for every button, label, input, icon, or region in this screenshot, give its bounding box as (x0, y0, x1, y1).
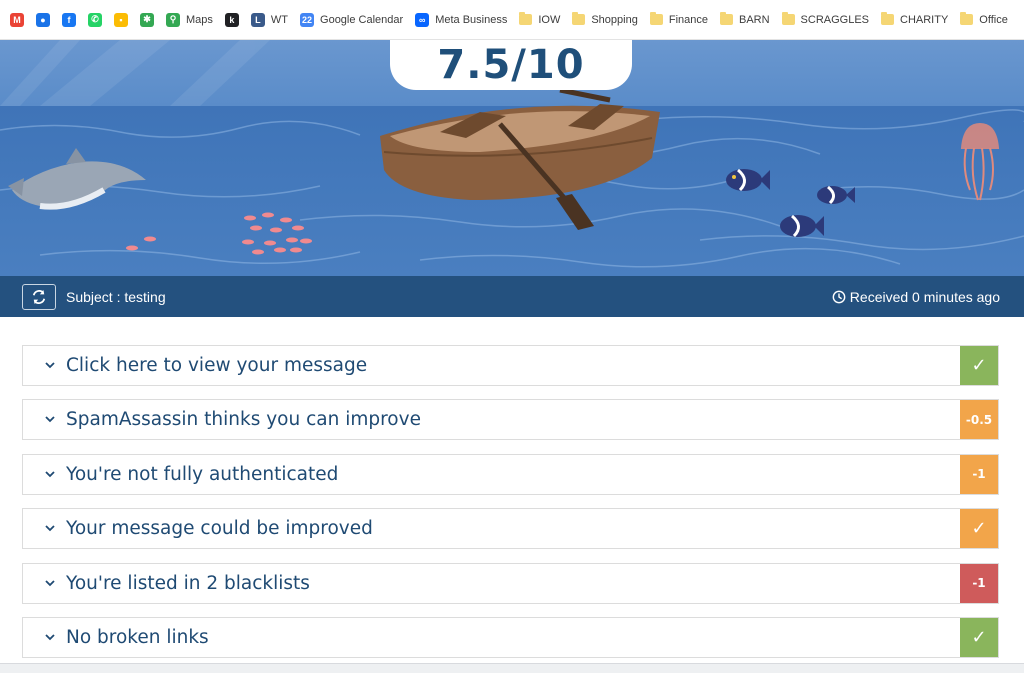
bookmark-label: Finance (668, 13, 708, 26)
bookmark-item[interactable]: ✱ (134, 6, 160, 34)
gmail-icon: M (10, 12, 24, 27)
bookmark-label: Office (979, 13, 1008, 26)
status-score-badge: -1 (960, 454, 998, 494)
bookmark-label: Maps (186, 13, 213, 26)
folder-icon (719, 12, 733, 25)
received-text: Received 0 minutes ago (849, 288, 1000, 305)
folder-icon (881, 12, 895, 25)
meta-icon: ∞ (415, 12, 430, 27)
results-list: Click here to view your message ✓ SpamAssa… (22, 345, 999, 671)
bookmark-label: BARN (738, 13, 770, 26)
result-label: Click here to view your message (66, 355, 368, 376)
status-score-badge: -0.5 (960, 400, 998, 440)
refresh-button[interactable] (22, 283, 56, 310)
chevron-down-icon (45, 361, 55, 371)
keep-icon: ▪ (114, 12, 128, 27)
folder-icon (649, 12, 663, 25)
bookmark-label: SCRAGGLES (800, 13, 870, 26)
status-check-badge: ✓ (960, 346, 998, 385)
bookmark-item[interactable]: SCRAGGLES (776, 6, 875, 34)
score-value: 7.5/10 (437, 42, 585, 88)
bookmark-item[interactable]: k (219, 6, 245, 34)
bookmark-label: IOW (538, 13, 561, 26)
folder-icon (519, 12, 533, 25)
folder-icon (572, 12, 586, 25)
result-label: You're listed in 2 blacklists (66, 572, 310, 594)
app-icon: k (224, 12, 239, 27)
subject-bar: Subject : testing Received 0 minutes ago (0, 276, 1024, 317)
chevron-down-icon (45, 469, 55, 479)
bookmark-item[interactable]: ✆ (82, 6, 108, 34)
bookmark-label: CHARITY (900, 13, 949, 26)
received-info: Received 0 minutes ago (832, 289, 1000, 305)
result-row[interactable]: No broken links ✓ (22, 616, 999, 658)
bookmark-item[interactable]: ▪ (108, 6, 134, 34)
result-label: You're not fully authenticated (66, 463, 339, 485)
bookmark-item[interactable]: M (4, 6, 30, 34)
bookmark-item[interactable]: Office (954, 6, 1014, 34)
photos-icon: ✱ (140, 12, 154, 27)
result-row[interactable]: SpamAssassin thinks you can improve -0.5 (22, 399, 999, 441)
bookmark-label: Meta Business (435, 13, 508, 26)
whatsapp-icon: ✆ (88, 12, 102, 27)
bookmark-item[interactable]: ● (30, 6, 56, 34)
bookmark-item[interactable]: ∞ Meta Business (409, 6, 513, 34)
refresh-icon (32, 289, 46, 304)
contacts-icon: ● (36, 12, 50, 27)
chevron-down-icon (45, 632, 55, 642)
bookmark-item[interactable]: IOW (513, 6, 566, 34)
result-row[interactable]: You're listed in 2 blacklists -1 (22, 562, 999, 604)
result-row[interactable]: Your message could be improved ✓ (22, 508, 999, 550)
clock-icon (832, 290, 846, 303)
calendar-icon: 22 (300, 12, 315, 27)
maps-icon: ⚲ (166, 12, 180, 27)
bookmark-item[interactable]: 22 Google Calendar (294, 6, 409, 34)
result-label: No broken links (66, 626, 209, 648)
bookmark-item[interactable]: Shopping (566, 6, 644, 34)
bookmark-label: WT (270, 13, 289, 26)
folder-icon (960, 12, 974, 25)
score-card: 7.5/10 (390, 40, 632, 90)
result-row[interactable]: You're not fully authenticated -1 (22, 453, 999, 495)
wt-icon: L (250, 12, 265, 27)
folder-icon (781, 12, 795, 25)
chevron-down-icon (45, 578, 55, 588)
bookmark-label: Google Calendar (320, 13, 404, 26)
bookmark-label: Shopping (591, 13, 638, 26)
status-score-badge: -1 (960, 563, 998, 603)
bookmark-item[interactable]: L WT (245, 6, 294, 34)
bookmark-item[interactable]: ⚲ Maps (160, 6, 219, 34)
bookmark-item[interactable]: BARN (714, 6, 776, 34)
bookmark-item[interactable]: CHARITY (875, 6, 954, 34)
chevron-down-icon (45, 524, 55, 534)
result-label: Your message could be improved (66, 518, 373, 540)
bookmark-item[interactable]: f (56, 6, 82, 34)
bookmarks-bar: M ● f ✆ ▪ ✱ ⚲ Maps k L WT 22 Google Calendar ∞ Meta Bu… (0, 0, 1024, 40)
subject-text: Subject : testing (66, 288, 166, 305)
bookmark-item[interactable]: Finance (644, 6, 714, 34)
result-row[interactable]: Click here to view your message ✓ (22, 345, 999, 386)
chevron-down-icon (45, 415, 55, 425)
status-check-badge: ✓ (960, 509, 998, 549)
status-check-badge: ✓ (960, 617, 998, 657)
facebook-icon: f (62, 12, 76, 27)
result-label: SpamAssassin thinks you can improve (66, 409, 421, 431)
bottom-edge (0, 663, 1024, 673)
